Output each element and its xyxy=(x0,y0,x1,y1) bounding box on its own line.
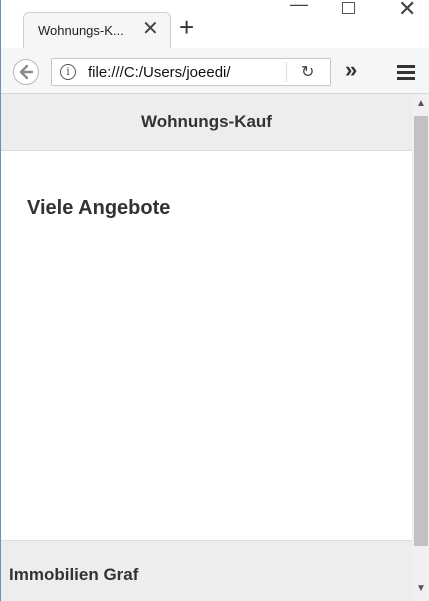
info-icon[interactable]: i xyxy=(60,64,76,80)
page-viewport: Wohnungs-Kauf Viele Angebote Immobilien … xyxy=(1,94,412,601)
footer-text: Immobilien Graf xyxy=(9,565,139,584)
back-arrow-icon[interactable] xyxy=(13,59,39,85)
scroll-thumb[interactable] xyxy=(414,116,428,546)
navigation-bar: i file:///C:/Users/joeedi/ ↻ » xyxy=(1,48,429,94)
scroll-down-arrow-icon[interactable]: ▼ xyxy=(416,583,426,594)
plus-icon[interactable]: + xyxy=(179,14,194,40)
page-footer: Immobilien Graf xyxy=(1,540,412,601)
close-icon[interactable]: ✕ xyxy=(142,18,159,40)
tab-strip: Wohnungs-K... ✕ + — ✕ xyxy=(1,0,429,48)
minimize-icon[interactable]: — xyxy=(290,0,308,15)
tab-title: Wohnungs-K... xyxy=(38,23,124,38)
browser-window: Wohnungs-K... ✕ + — ✕ i file:///C:/Users… xyxy=(0,0,429,601)
tab-wohnungs-kauf[interactable]: Wohnungs-K... ✕ xyxy=(23,12,171,48)
scroll-up-arrow-icon[interactable]: ▲ xyxy=(416,98,426,109)
page-header: Wohnungs-Kauf xyxy=(1,94,412,151)
maximize-icon[interactable] xyxy=(342,2,355,14)
window-close-icon[interactable]: ✕ xyxy=(398,0,416,22)
vertical-scrollbar[interactable]: ▲ ▼ xyxy=(412,94,429,601)
content-heading: Viele Angebote xyxy=(27,197,171,219)
url-text[interactable]: file:///C:/Users/joeedi/ xyxy=(88,64,231,81)
url-divider xyxy=(286,62,287,82)
chevron-double-right-icon[interactable]: » xyxy=(345,58,357,82)
url-bar[interactable]: i file:///C:/Users/joeedi/ ↻ xyxy=(51,58,331,86)
reload-icon[interactable]: ↻ xyxy=(301,62,314,82)
hamburger-menu-icon[interactable] xyxy=(397,65,415,80)
page-title: Wohnungs-Kauf xyxy=(141,112,272,131)
